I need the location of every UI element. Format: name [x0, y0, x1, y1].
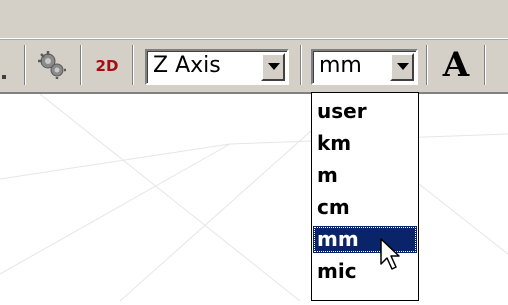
unit-combo[interactable]: mm: [311, 49, 418, 85]
viewport-grid: [0, 93, 508, 302]
unit-option-cm[interactable]: cm: [313, 194, 417, 221]
toolbar: 2D Z Axis mm A: [0, 38, 508, 94]
chevron-down-icon: [268, 63, 280, 70]
unit-option-km[interactable]: km: [313, 130, 417, 157]
window-top-strip: [0, 0, 508, 38]
unit-option-user[interactable]: user: [313, 98, 417, 125]
gear-icon[interactable]: [36, 49, 68, 81]
unit-option-m[interactable]: m: [313, 162, 417, 189]
toolbar-separator: [132, 45, 133, 85]
toolbar-separator: [80, 45, 81, 85]
mouse-pointer-icon: [380, 238, 402, 276]
toolbar-separator: [426, 45, 427, 85]
view-2d-button[interactable]: 2D: [92, 55, 122, 77]
toolbar-separator: [484, 45, 485, 85]
axis-combo[interactable]: Z Axis: [145, 49, 289, 85]
unit-dropdown-list: user km m cm mm mic: [311, 92, 419, 301]
chevron-down-icon: [397, 63, 409, 70]
toolbar-overflow-dot: [2, 75, 6, 79]
axis-combo-value: Z Axis: [153, 53, 221, 78]
unit-combo-value: mm: [319, 53, 362, 78]
toolbar-separator: [300, 45, 301, 85]
unit-combo-dropdown-button[interactable]: [390, 53, 414, 81]
toolbar-separator: [24, 45, 25, 85]
3d-viewport[interactable]: [0, 93, 508, 302]
font-button[interactable]: A: [436, 45, 476, 85]
axis-combo-dropdown-button[interactable]: [261, 53, 285, 81]
